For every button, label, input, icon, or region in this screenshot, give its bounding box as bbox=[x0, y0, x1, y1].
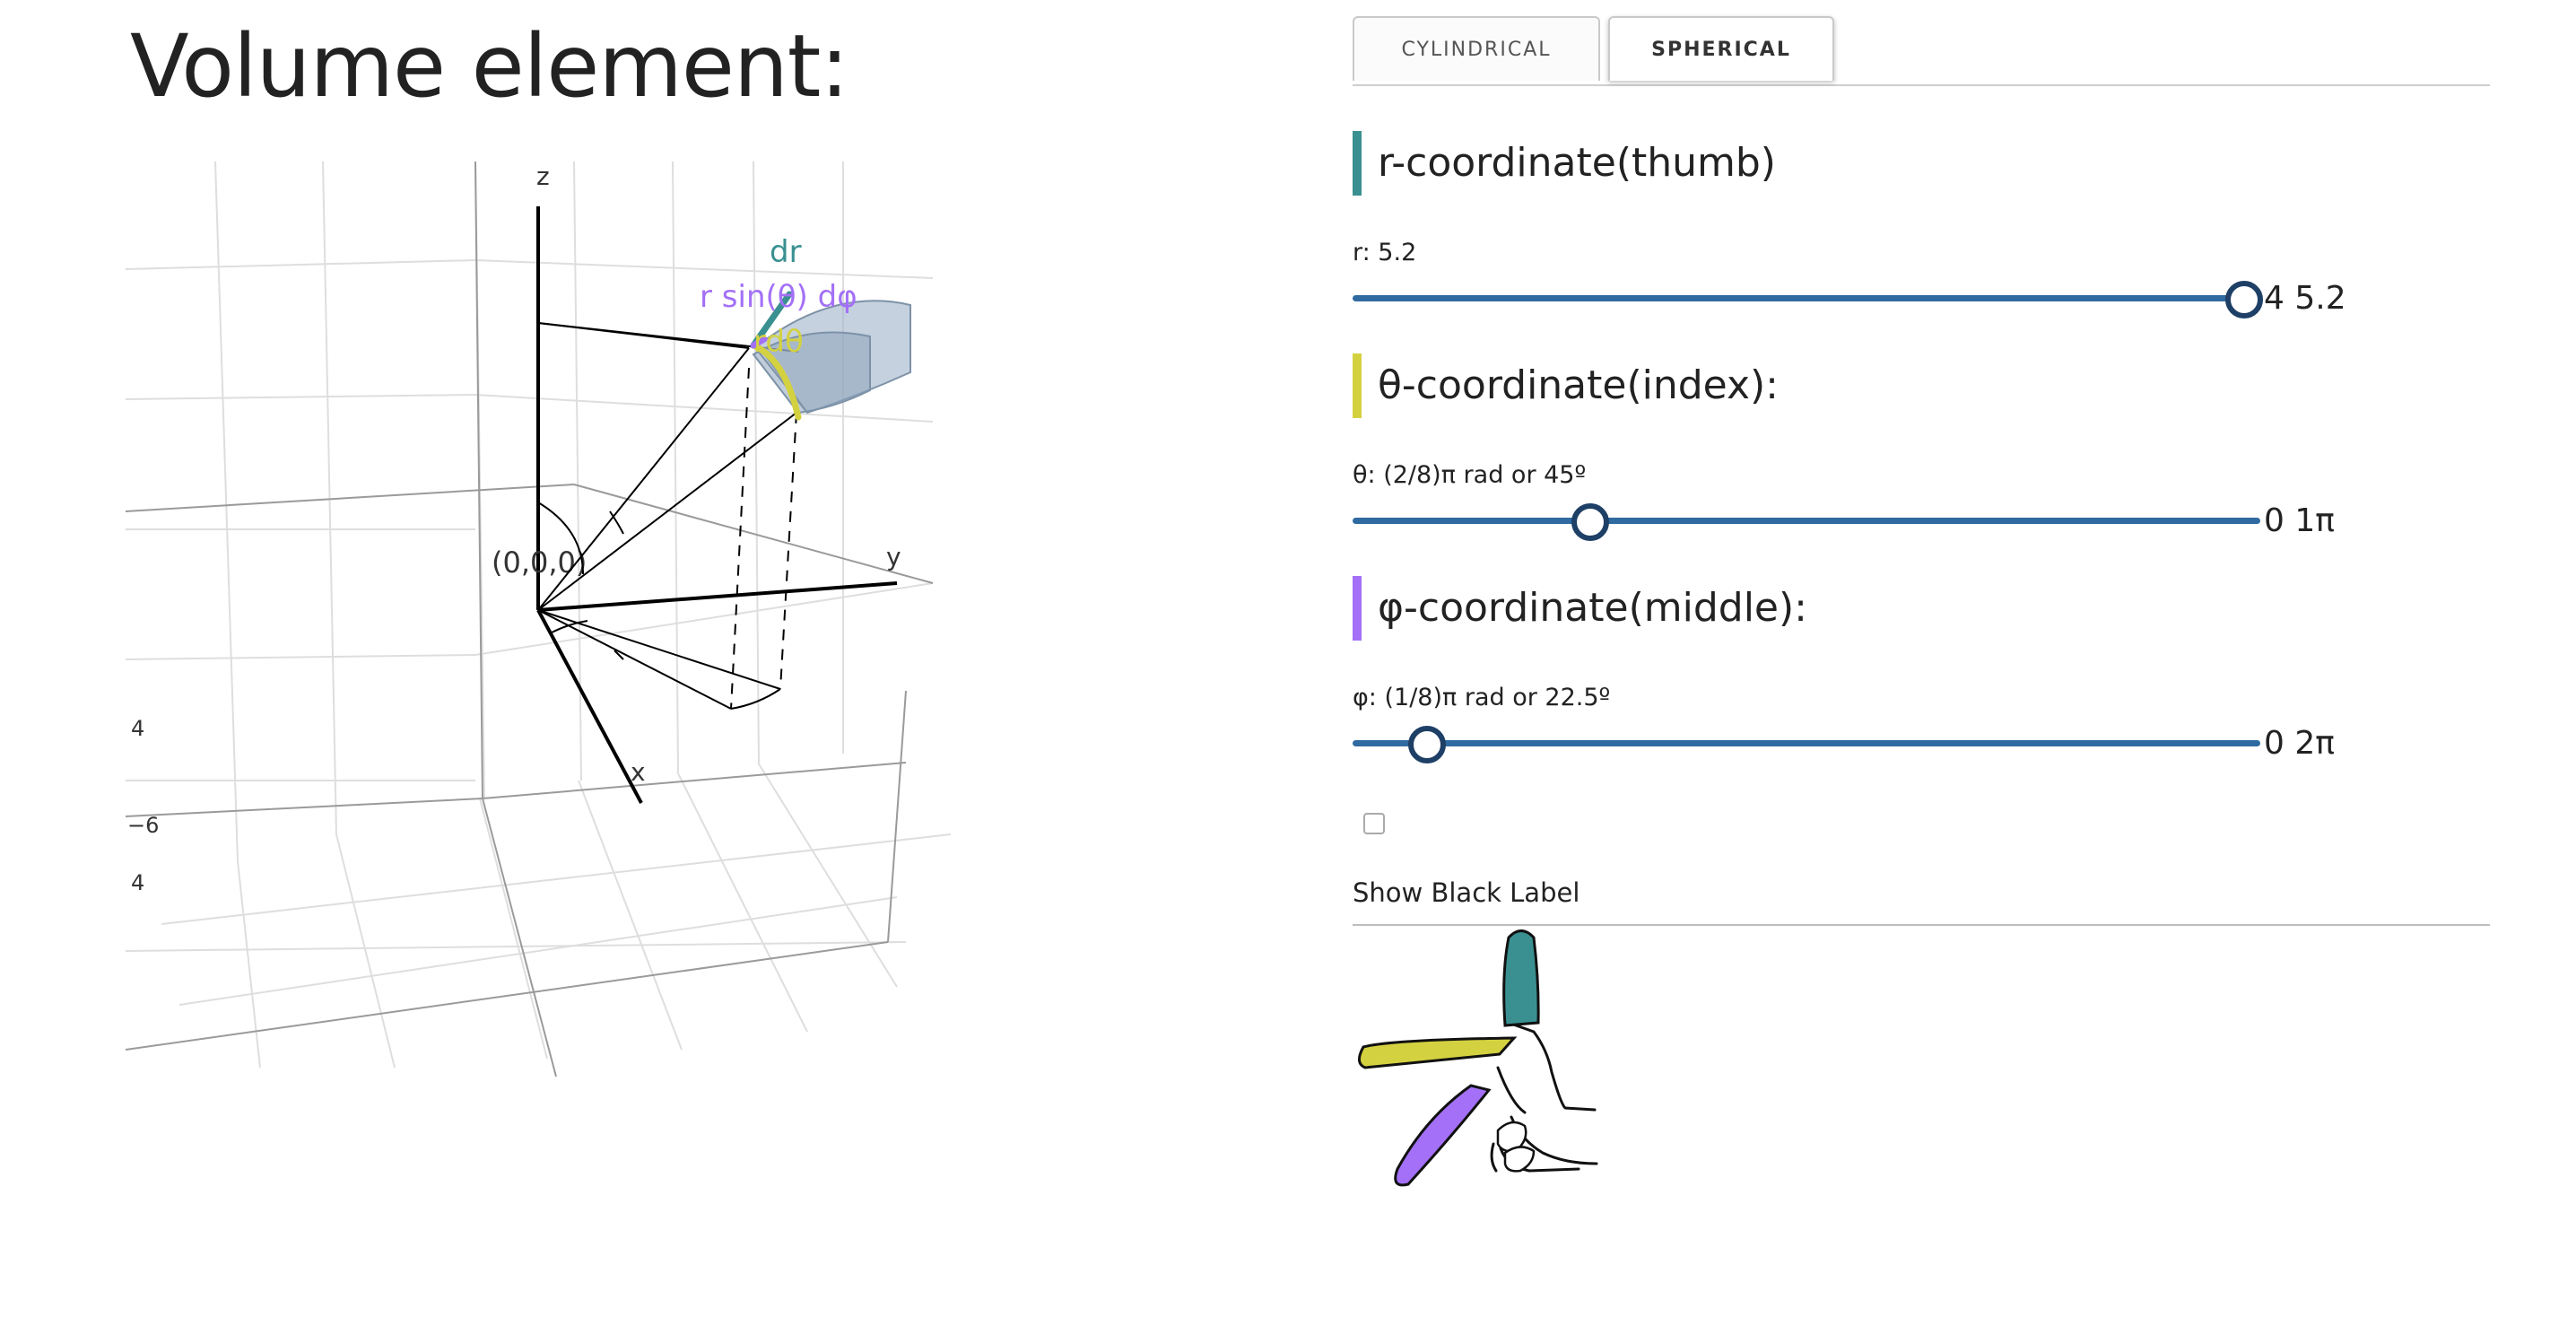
theta-max-label: 1π bbox=[2294, 502, 2335, 539]
tab-cylindrical[interactable]: CYLINDRICAL bbox=[1353, 16, 1600, 81]
theta-value-label: θ: (2/8)π rad or 45º bbox=[1353, 461, 1587, 489]
plot-canvas[interactable]: z y x (0,0,0) dr r sin(θ) dφ rdθ 4 −6 4 bbox=[125, 153, 960, 1077]
thumb-finger bbox=[1502, 929, 1540, 1027]
r-value-label: r: 5.2 bbox=[1353, 239, 1417, 266]
x-axis-label: x bbox=[631, 757, 646, 787]
slider-track[interactable] bbox=[1353, 518, 2260, 524]
tick-label: 4 bbox=[131, 870, 144, 895]
r-max-label: 5.2 bbox=[2294, 280, 2346, 317]
phi-min-label: 0 bbox=[2264, 725, 2284, 762]
plot-3d[interactable]: z y x (0,0,0) dr r sin(θ) dφ rdθ 4 −6 4 bbox=[125, 153, 960, 1081]
dr-annotation: dr bbox=[770, 234, 802, 270]
show-black-label-checkbox[interactable] bbox=[1363, 813, 1385, 834]
rdtheta-annotation: rdθ bbox=[753, 324, 804, 360]
phi-max-label: 2π bbox=[2294, 725, 2335, 762]
r-min-label: 4 bbox=[2264, 280, 2284, 317]
slider-thumb[interactable] bbox=[1407, 726, 1446, 763]
tick-label: 4 bbox=[131, 716, 144, 741]
tab-spherical[interactable]: SPHERICAL bbox=[1608, 16, 1834, 81]
show-black-label-text: Show Black Label bbox=[1353, 877, 1580, 908]
page-title: Volume element: bbox=[130, 16, 849, 117]
theta-slider[interactable] bbox=[1353, 502, 2260, 541]
coordinate-tabs: CYLINDRICAL SPHERICAL bbox=[1353, 14, 2490, 86]
theta-min-label: 0 bbox=[2264, 502, 2284, 539]
theta-heading: θ-coordinate(index): bbox=[1353, 353, 1779, 418]
y-axis-label: y bbox=[886, 542, 901, 571]
slider-thumb[interactable] bbox=[1571, 503, 1609, 541]
tick-label: −6 bbox=[127, 813, 159, 838]
z-axis-label: z bbox=[536, 161, 550, 191]
origin-label: (0,0,0) bbox=[492, 545, 587, 580]
rdphi-annotation: r sin(θ) dφ bbox=[700, 279, 857, 315]
r-heading: r-coordinate(thumb) bbox=[1353, 131, 1776, 196]
hand-drawing bbox=[1358, 929, 1598, 1187]
slider-track[interactable] bbox=[1353, 295, 2260, 301]
hand-illustration bbox=[1354, 929, 1641, 1202]
slider-thumb[interactable] bbox=[2225, 281, 2263, 318]
projection-lines bbox=[730, 367, 797, 710]
theta-range-labels: 0 1π bbox=[2264, 502, 2335, 539]
phi-value-label: φ: (1/8)π rad or 22.5º bbox=[1353, 684, 1611, 711]
middle-finger bbox=[1394, 1084, 1492, 1187]
r-slider[interactable] bbox=[1353, 280, 2263, 318]
r-range-labels: 4 5.2 bbox=[2264, 280, 2346, 317]
phi-heading: φ-coordinate(middle): bbox=[1353, 576, 1807, 641]
divider bbox=[1353, 924, 2490, 926]
phi-slider[interactable] bbox=[1353, 725, 2260, 763]
phi-range-labels: 0 2π bbox=[2264, 725, 2335, 762]
slider-track[interactable] bbox=[1353, 740, 2260, 746]
index-finger bbox=[1358, 1036, 1518, 1069]
